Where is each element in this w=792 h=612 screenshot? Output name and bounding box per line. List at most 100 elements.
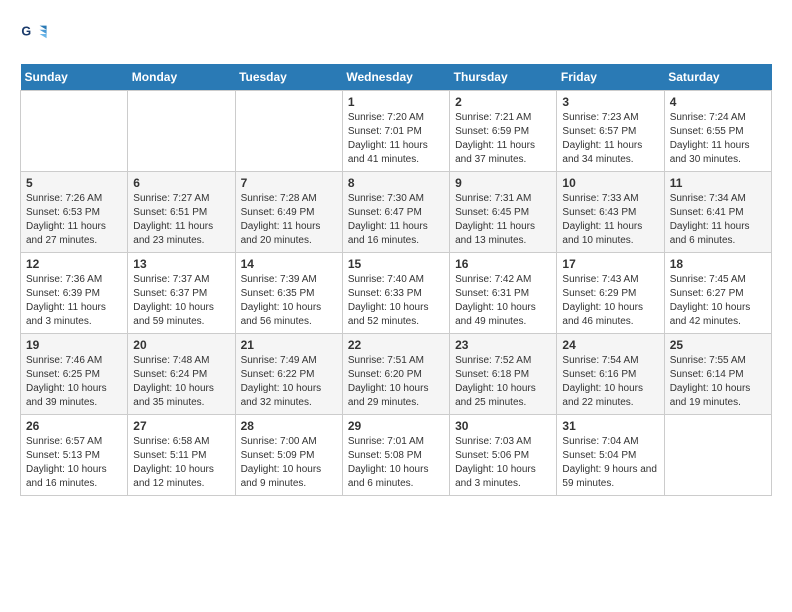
- day-number: 14: [241, 257, 337, 271]
- day-number: 31: [562, 419, 658, 433]
- calendar-cell: 24 Sunrise: 7:54 AM Sunset: 6:16 PM Dayli…: [557, 334, 664, 415]
- page-header: G: [20, 20, 772, 48]
- day-info: Sunrise: 7:21 AM Sunset: 6:59 PM Dayligh…: [455, 111, 551, 167]
- calendar-cell: 17 Sunrise: 7:43 AM Sunset: 6:29 PM Dayli…: [557, 253, 664, 334]
- calendar-header-row: SundayMondayTuesdayWednesdayThursdayFrid…: [21, 64, 772, 91]
- day-number: 11: [670, 176, 766, 190]
- calendar-cell: 19Sunrise: 7:46 AM Sunset: 6:25 PM Dayli…: [21, 334, 128, 415]
- day-number: 22: [348, 338, 444, 352]
- day-info: Sunrise: 7:43 AM Sunset: 6:29 PM Dayligh…: [562, 273, 658, 329]
- calendar-cell: 1Sunrise: 7:20 AM Sunset: 7:01 PM Daylig…: [342, 91, 449, 172]
- day-number: 10: [562, 176, 658, 190]
- calendar-cell: 22 Sunrise: 7:51 AM Sunset: 6:20 PM Dayli…: [342, 334, 449, 415]
- calendar-cell: [664, 415, 771, 496]
- calendar-cell: 15 Sunrise: 7:40 AM Sunset: 6:33 PM Dayli…: [342, 253, 449, 334]
- day-number: 30: [455, 419, 551, 433]
- day-info: Sunrise: 7:33 AM Sunset: 6:43 PM Dayligh…: [562, 192, 658, 248]
- day-number: 29: [348, 419, 444, 433]
- day-info: Sunrise: 7:23 AM Sunset: 6:57 PM Dayligh…: [562, 111, 658, 167]
- day-number: 15: [348, 257, 444, 271]
- day-info: Sunrise: 7:54 AM Sunset: 6:16 PM Dayligh…: [562, 354, 658, 410]
- calendar-cell: 2 Sunrise: 7:21 AM Sunset: 6:59 PM Daylig…: [450, 91, 557, 172]
- day-info: Sunrise: 7:51 AM Sunset: 6:20 PM Dayligh…: [348, 354, 444, 410]
- calendar-cell: [128, 91, 235, 172]
- calendar-cell: 21Sunrise: 7:49 AM Sunset: 6:22 PM Dayli…: [235, 334, 342, 415]
- calendar-cell: 11 Sunrise: 7:34 AM Sunset: 6:41 PM Dayli…: [664, 172, 771, 253]
- day-info: Sunrise: 6:57 AM Sunset: 5:13 PM Dayligh…: [26, 435, 122, 491]
- calendar-header-sunday: Sunday: [21, 64, 128, 91]
- calendar-cell: 29Sunrise: 7:01 AM Sunset: 5:08 PM Dayli…: [342, 415, 449, 496]
- calendar-cell: 4 Sunrise: 7:24 AM Sunset: 6:55 PM Daylig…: [664, 91, 771, 172]
- calendar-table: SundayMondayTuesdayWednesdayThursdayFrid…: [20, 64, 772, 496]
- day-number: 2: [455, 95, 551, 109]
- calendar-cell: 8Sunrise: 7:30 AM Sunset: 6:47 PM Daylig…: [342, 172, 449, 253]
- day-number: 3: [562, 95, 658, 109]
- day-info: Sunrise: 7:31 AM Sunset: 6:45 PM Dayligh…: [455, 192, 551, 248]
- day-number: 26: [26, 419, 122, 433]
- calendar-header-thursday: Thursday: [450, 64, 557, 91]
- calendar-header-monday: Monday: [128, 64, 235, 91]
- day-info: Sunrise: 7:48 AM Sunset: 6:24 PM Dayligh…: [133, 354, 229, 410]
- day-info: Sunrise: 7:52 AM Sunset: 6:18 PM Dayligh…: [455, 354, 551, 410]
- day-number: 24: [562, 338, 658, 352]
- calendar-cell: 16 Sunrise: 7:42 AM Sunset: 6:31 PM Dayli…: [450, 253, 557, 334]
- calendar-header-friday: Friday: [557, 64, 664, 91]
- day-info: Sunrise: 7:20 AM Sunset: 7:01 PM Dayligh…: [348, 111, 444, 167]
- calendar-cell: 9 Sunrise: 7:31 AM Sunset: 6:45 PM Daylig…: [450, 172, 557, 253]
- day-info: Sunrise: 7:46 AM Sunset: 6:25 PM Dayligh…: [26, 354, 122, 410]
- day-number: 16: [455, 257, 551, 271]
- day-number: 21: [241, 338, 337, 352]
- calendar-week-row: 5 Sunrise: 7:26 AM Sunset: 6:53 PM Daylig…: [21, 172, 772, 253]
- day-number: 12: [26, 257, 122, 271]
- day-info: Sunrise: 7:39 AM Sunset: 6:35 PM Dayligh…: [241, 273, 337, 329]
- day-info: Sunrise: 7:24 AM Sunset: 6:55 PM Dayligh…: [670, 111, 766, 167]
- day-number: 7: [241, 176, 337, 190]
- day-info: Sunrise: 7:26 AM Sunset: 6:53 PM Dayligh…: [26, 192, 122, 248]
- calendar-cell: 7Sunrise: 7:28 AM Sunset: 6:49 PM Daylig…: [235, 172, 342, 253]
- day-info: Sunrise: 7:34 AM Sunset: 6:41 PM Dayligh…: [670, 192, 766, 248]
- calendar-cell: 12 Sunrise: 7:36 AM Sunset: 6:39 PM Dayli…: [21, 253, 128, 334]
- calendar-week-row: 19Sunrise: 7:46 AM Sunset: 6:25 PM Dayli…: [21, 334, 772, 415]
- day-info: Sunrise: 7:36 AM Sunset: 6:39 PM Dayligh…: [26, 273, 122, 329]
- day-info: Sunrise: 7:45 AM Sunset: 6:27 PM Dayligh…: [670, 273, 766, 329]
- day-info: Sunrise: 7:30 AM Sunset: 6:47 PM Dayligh…: [348, 192, 444, 248]
- calendar-cell: [21, 91, 128, 172]
- logo: G: [20, 20, 50, 48]
- day-number: 9: [455, 176, 551, 190]
- calendar-cell: 25 Sunrise: 7:55 AM Sunset: 6:14 PM Dayli…: [664, 334, 771, 415]
- calendar-cell: 23 Sunrise: 7:52 AM Sunset: 6:18 PM Dayli…: [450, 334, 557, 415]
- calendar-cell: 20Sunrise: 7:48 AM Sunset: 6:24 PM Dayli…: [128, 334, 235, 415]
- logo-icon: G: [20, 20, 48, 48]
- day-number: 25: [670, 338, 766, 352]
- day-info: Sunrise: 6:58 AM Sunset: 5:11 PM Dayligh…: [133, 435, 229, 491]
- day-info: Sunrise: 7:03 AM Sunset: 5:06 PM Dayligh…: [455, 435, 551, 491]
- day-info: Sunrise: 7:00 AM Sunset: 5:09 PM Dayligh…: [241, 435, 337, 491]
- day-number: 6: [133, 176, 229, 190]
- calendar-header-tuesday: Tuesday: [235, 64, 342, 91]
- calendar-cell: 28Sunrise: 7:00 AM Sunset: 5:09 PM Dayli…: [235, 415, 342, 496]
- calendar-week-row: 1Sunrise: 7:20 AM Sunset: 7:01 PM Daylig…: [21, 91, 772, 172]
- day-number: 17: [562, 257, 658, 271]
- day-info: Sunrise: 7:42 AM Sunset: 6:31 PM Dayligh…: [455, 273, 551, 329]
- day-number: 5: [26, 176, 122, 190]
- day-info: Sunrise: 7:55 AM Sunset: 6:14 PM Dayligh…: [670, 354, 766, 410]
- day-info: Sunrise: 7:40 AM Sunset: 6:33 PM Dayligh…: [348, 273, 444, 329]
- day-number: 23: [455, 338, 551, 352]
- calendar-week-row: 12 Sunrise: 7:36 AM Sunset: 6:39 PM Dayli…: [21, 253, 772, 334]
- calendar-cell: 6Sunrise: 7:27 AM Sunset: 6:51 PM Daylig…: [128, 172, 235, 253]
- calendar-cell: 14 Sunrise: 7:39 AM Sunset: 6:35 PM Dayli…: [235, 253, 342, 334]
- day-number: 27: [133, 419, 229, 433]
- calendar-cell: 30 Sunrise: 7:03 AM Sunset: 5:06 PM Dayli…: [450, 415, 557, 496]
- calendar-cell: 26 Sunrise: 6:57 AM Sunset: 5:13 PM Dayli…: [21, 415, 128, 496]
- calendar-cell: 3 Sunrise: 7:23 AM Sunset: 6:57 PM Daylig…: [557, 91, 664, 172]
- day-number: 18: [670, 257, 766, 271]
- calendar-cell: 5 Sunrise: 7:26 AM Sunset: 6:53 PM Daylig…: [21, 172, 128, 253]
- day-number: 13: [133, 257, 229, 271]
- day-number: 4: [670, 95, 766, 109]
- svg-text:G: G: [21, 24, 31, 38]
- calendar-cell: 18 Sunrise: 7:45 AM Sunset: 6:27 PM Dayli…: [664, 253, 771, 334]
- calendar-cell: 10 Sunrise: 7:33 AM Sunset: 6:43 PM Dayli…: [557, 172, 664, 253]
- calendar-header-wednesday: Wednesday: [342, 64, 449, 91]
- calendar-cell: [235, 91, 342, 172]
- calendar-cell: 13Sunrise: 7:37 AM Sunset: 6:37 PM Dayli…: [128, 253, 235, 334]
